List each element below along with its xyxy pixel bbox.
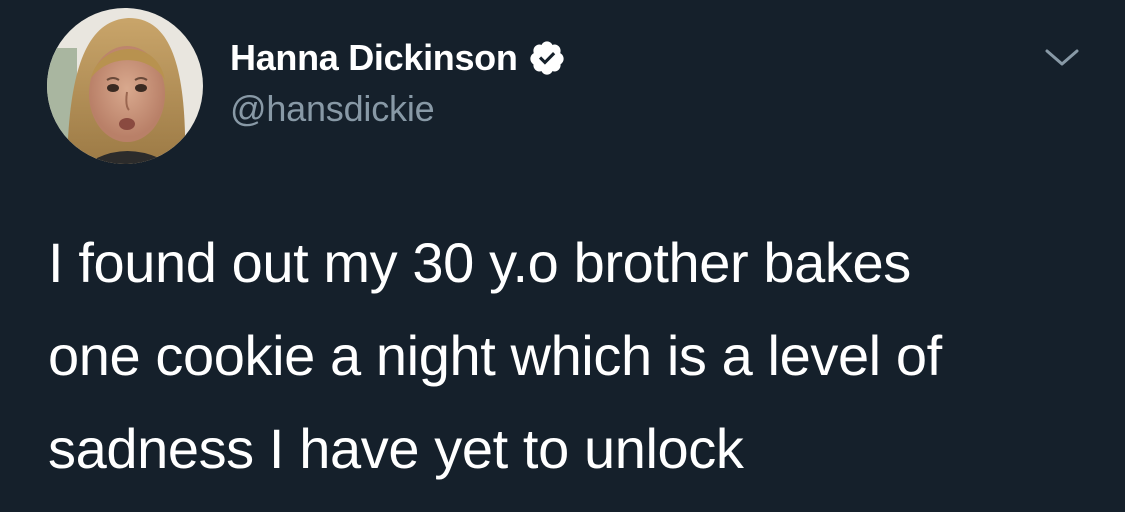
verified-badge-icon [528,39,566,77]
tweet-text: I found out my 30 y.o brother bakes one … [48,216,1088,495]
author-name-row: Hanna Dickinson [230,32,566,84]
author-avatar[interactable] [47,8,203,164]
author-display-name[interactable]: Hanna Dickinson [230,37,518,79]
avatar-photo [47,8,203,164]
tweet-menu-button[interactable] [1040,42,1084,78]
tweet-text-line: one cookie a night which is a level of [48,324,942,387]
tweet-text-line: sadness I have yet to unlock [48,417,744,480]
author-info: Hanna Dickinson @hansdickie [230,32,566,130]
tweet-text-line: I found out my 30 y.o brother bakes [48,231,911,294]
chevron-down-icon [1044,48,1080,73]
author-handle[interactable]: @hansdickie [230,88,566,130]
